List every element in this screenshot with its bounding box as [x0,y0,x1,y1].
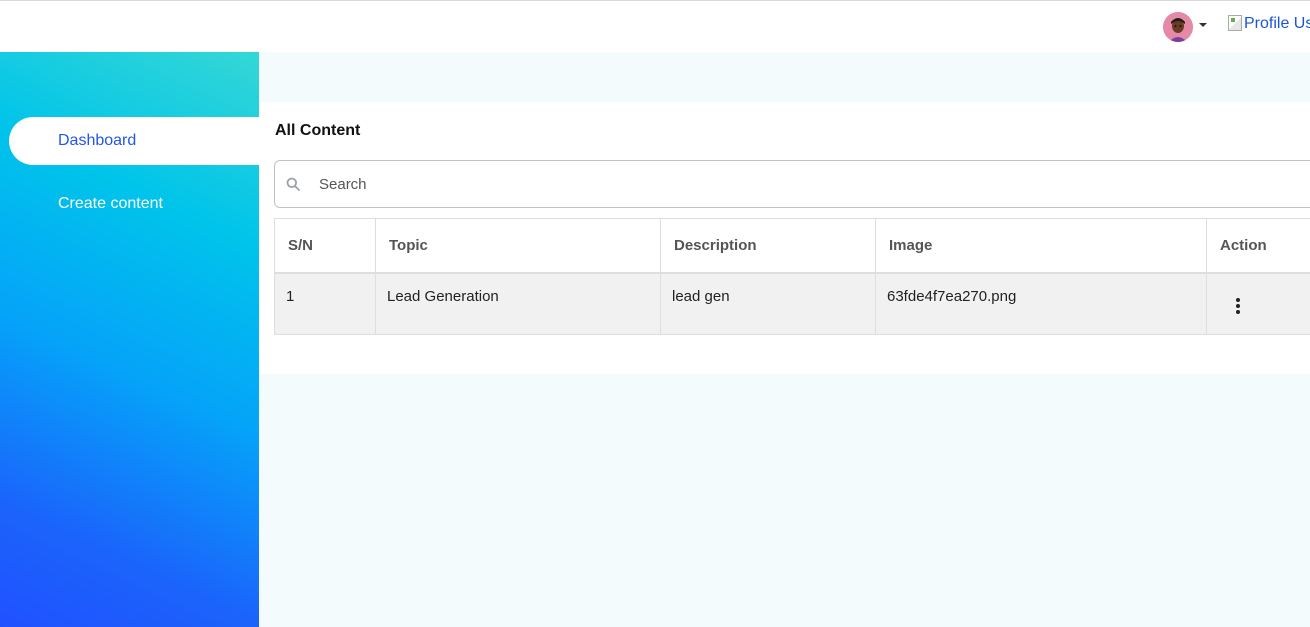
more-vertical-icon[interactable] [1226,295,1250,319]
column-header-description[interactable]: Description [660,218,876,274]
content-table: S/N Topic Description Image Action 1 Lea… [274,218,1310,335]
search-input[interactable] [319,161,1299,207]
cell-image: 63fde4f7ea270.png [875,272,1207,335]
sidebar-item-label: Dashboard [58,132,137,149]
user-avatar-icon[interactable] [1163,12,1193,42]
page-title: All Content [275,122,361,139]
content-card: All Content S/N Topic Description Image … [259,102,1310,374]
sidebar: Dashboard Create content [0,52,259,627]
top-navbar: Profile Us [0,0,1310,52]
column-header-topic[interactable]: Topic [375,218,661,274]
search-box[interactable] [274,160,1310,208]
profile-image-broken[interactable]: Profile Us [1228,15,1310,37]
column-header-image[interactable]: Image [875,218,1207,274]
cell-action [1206,272,1310,335]
sidebar-item-dashboard[interactable]: Dashboard [9,117,259,165]
cell-topic: Lead Generation [375,272,661,335]
column-header-sn[interactable]: S/N [274,218,376,274]
table-row: 1 Lead Generation lead gen 63fde4f7ea270… [274,272,1310,335]
table-header-row: S/N Topic Description Image Action [274,218,1310,274]
search-icon [286,177,300,191]
sidebar-item-create-content[interactable]: Create content [9,180,259,228]
cell-description: lead gen [660,272,876,335]
profile-image-alt-text: Profile Us [1244,15,1310,32]
chevron-down-icon[interactable] [1199,23,1207,27]
sidebar-item-label: Create content [58,195,163,212]
broken-image-icon [1228,15,1242,31]
column-header-action: Action [1206,218,1310,274]
cell-sn: 1 [274,272,376,335]
